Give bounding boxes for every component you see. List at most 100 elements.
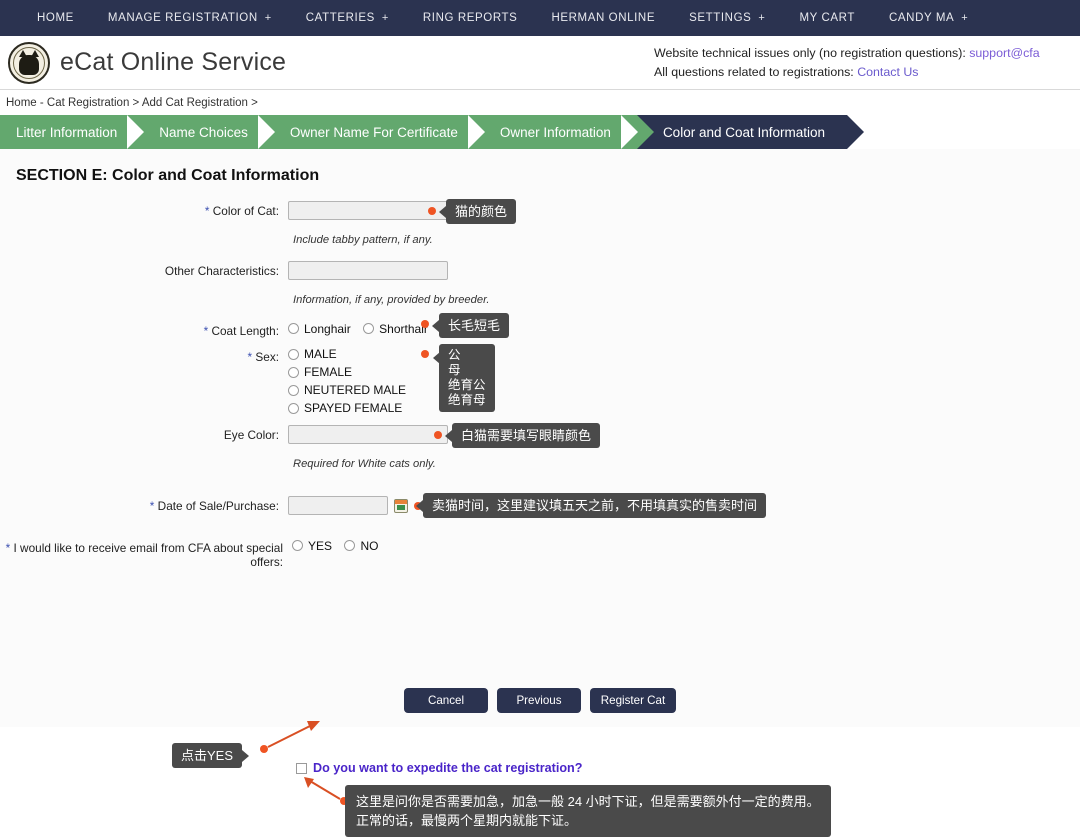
wizard-step-owner-name-for-certificate[interactable]: Owner Name For Certificate	[273, 115, 501, 149]
cfa-seal-logo-icon	[8, 41, 50, 84]
annotation-tooltip-color-of-cat: 猫的颜色	[446, 199, 517, 224]
radio-group-sex: MALE FEMALE NEUTERED MALE SPAYED FEMALE	[288, 347, 406, 415]
hint-other-characteristics: Information, if any, provided by breeder…	[293, 294, 490, 306]
field-row-date-of-sale: * Date of Sale/Purchase: 卖猫时间，这里建议填五天之前，…	[0, 493, 1080, 518]
label-text: Color of Cat:	[212, 204, 279, 218]
wizard-step-color-and-coat-information[interactable]: Color and Coat Information	[636, 115, 865, 149]
wizard-step-label: Owner Information	[499, 124, 611, 140]
annotation-tooltip-sex: 公 母 绝育公 绝育母	[433, 344, 495, 412]
hint-eye-color: Required for White cats only.	[293, 458, 436, 470]
field-row-coat-length: * Coat Length: Longhair Shorthair 长毛短毛	[0, 313, 1080, 339]
registration-step-wizard: Litter Information Name Choices Owner Na…	[0, 115, 1080, 149]
label-text: Eye Color:	[223, 428, 279, 442]
radio-label: FEMALE	[304, 365, 353, 379]
annotation-marker-dot	[421, 320, 429, 328]
field-sex: MALE FEMALE NEUTERED MALE SPAYED FEMALE …	[288, 344, 495, 415]
nav-item-herman-online[interactable]: HERMAN ONLINE	[534, 12, 672, 24]
field-row-eye-color: Eye Color: 白猫需要填写眼睛颜色	[0, 423, 1080, 448]
radio-sex-spayed-female[interactable]: SPAYED FEMALE	[288, 401, 406, 415]
support-email-link[interactable]: support@cfa	[969, 46, 1039, 60]
calendar-icon[interactable]	[394, 498, 408, 513]
field-email-offers: YES NO	[292, 538, 386, 556]
contact-us-link[interactable]: Contact Us	[857, 65, 918, 79]
radio-button-icon	[288, 348, 299, 360]
field-coat-length: Longhair Shorthair 长毛短毛	[288, 313, 510, 339]
label-date-of-sale: * Date of Sale/Purchase:	[0, 496, 288, 513]
label-text: Other Characteristics:	[164, 264, 279, 278]
wizard-step-label: Color and Coat Information	[662, 124, 826, 140]
annotation-marker-dot	[428, 207, 436, 215]
radio-label: SPAYED FEMALE	[304, 401, 403, 415]
nav-label: MANAGE REGISTRATION	[107, 12, 258, 24]
label-eye-color: Eye Color:	[0, 425, 288, 442]
wizard-step-name-choices[interactable]: Name Choices	[143, 115, 291, 149]
radio-label: YES	[308, 538, 333, 553]
annotation-arrow-to-yes	[260, 721, 320, 753]
cancel-button[interactable]: Cancel	[404, 688, 488, 713]
nav-label: CATTERIES	[305, 12, 375, 24]
field-row-other-characteristics: Other Characteristics:	[0, 261, 1080, 280]
nav-item-manage-registration[interactable]: MANAGE REGISTRATION +	[91, 12, 289, 24]
radio-button-icon	[292, 540, 303, 551]
label-sex: * Sex:	[0, 347, 288, 364]
support-text-technical: Website technical issues only (no regist…	[654, 46, 970, 60]
wizard-step-label: Owner Name For Certificate	[289, 124, 458, 140]
label-text: Date of Sale/Purchase:	[157, 499, 279, 513]
required-asterisk: *	[247, 350, 253, 364]
plus-icon: +	[961, 12, 969, 24]
form-main-area: SECTION E: Color and Coat Information * …	[0, 149, 1080, 837]
radio-email-offers-no[interactable]: NO	[344, 539, 378, 553]
color-of-cat-input[interactable]	[288, 201, 448, 220]
other-characteristics-input[interactable]	[288, 261, 448, 280]
radio-coat-length-shorthair[interactable]: Shorthair	[363, 322, 428, 336]
annotation-tooltip-expedite: 这里是问你是否需要加急，加急一般 24 小时下证，但是需要额外付一定的费用。 正…	[345, 785, 831, 837]
nav-item-home[interactable]: HOME	[20, 12, 91, 24]
required-asterisk: *	[204, 204, 210, 218]
nav-item-catteries[interactable]: CATTERIES +	[289, 12, 406, 24]
radio-sex-male[interactable]: MALE	[288, 347, 406, 361]
nav-item-my-cart[interactable]: MY CART	[782, 12, 872, 24]
label-text: Sex:	[255, 350, 279, 364]
radio-label: NEUTERED MALE	[304, 383, 407, 397]
radio-email-offers-yes[interactable]: YES	[292, 539, 332, 553]
required-asterisk: *	[203, 324, 209, 338]
date-of-sale-input[interactable]	[288, 496, 388, 515]
radio-sex-female[interactable]: FEMALE	[288, 365, 406, 379]
support-text-registrations: All questions related to registrations:	[654, 65, 858, 79]
radio-button-icon	[363, 323, 375, 334]
radio-button-icon	[288, 366, 299, 378]
eye-color-input[interactable]	[288, 425, 448, 444]
field-color-of-cat: 猫的颜色	[288, 199, 517, 224]
field-row-color-of-cat: * Color of Cat: 猫的颜色	[0, 199, 1080, 224]
nav-item-ring-reports[interactable]: RING REPORTS	[406, 12, 535, 24]
field-date-of-sale: 卖猫时间，这里建议填五天之前，不用填真实的售卖时间	[288, 493, 767, 518]
label-email-offers: * I would like to receive email from CFA…	[0, 538, 292, 569]
breadcrumb[interactable]: Home - Cat Registration > Add Cat Regist…	[0, 90, 1080, 115]
label-coat-length: * Coat Length:	[0, 321, 288, 338]
top-navigation-bar: HOME MANAGE REGISTRATION + CATTERIES + R…	[0, 0, 1080, 36]
field-eye-color: 白猫需要填写眼睛颜色	[288, 423, 601, 448]
wizard-step-litter-information[interactable]: Litter Information	[0, 115, 161, 149]
radio-sex-neutered-male[interactable]: NEUTERED MALE	[288, 383, 406, 397]
expedite-checkbox[interactable]	[296, 762, 307, 774]
nav-label: CANDY MA	[888, 12, 955, 24]
nav-item-user-account[interactable]: CANDY MA +	[872, 12, 985, 24]
nav-item-settings[interactable]: SETTINGS +	[672, 12, 782, 24]
radio-button-icon	[288, 402, 299, 414]
annotation-tooltip-email-offers: 点击YES	[172, 743, 243, 768]
wizard-step-owner-information[interactable]: Owner Information	[483, 115, 654, 149]
register-cat-button[interactable]: Register Cat	[590, 688, 676, 713]
annotation-tooltip-date-of-sale: 卖猫时间，这里建议填五天之前，不用填真实的售卖时间	[423, 493, 767, 518]
form-action-buttons: Cancel Previous Register Cat	[0, 688, 1080, 713]
plus-icon: +	[758, 12, 766, 24]
wizard-tail	[847, 115, 1080, 149]
nav-label: SETTINGS	[689, 12, 752, 24]
radio-coat-length-longhair[interactable]: Longhair	[288, 322, 351, 336]
wizard-step-label: Litter Information	[16, 124, 118, 140]
previous-button[interactable]: Previous	[497, 688, 581, 713]
label-color-of-cat: * Color of Cat:	[0, 201, 288, 218]
annotation-tooltip-eye-color: 白猫需要填写眼睛颜色	[452, 423, 601, 448]
radio-label: MALE	[304, 347, 337, 361]
field-row-expedite: Do you want to expedite the cat registra…	[296, 761, 582, 775]
annotation-tooltip-coat-length: 长毛短毛	[439, 313, 510, 338]
